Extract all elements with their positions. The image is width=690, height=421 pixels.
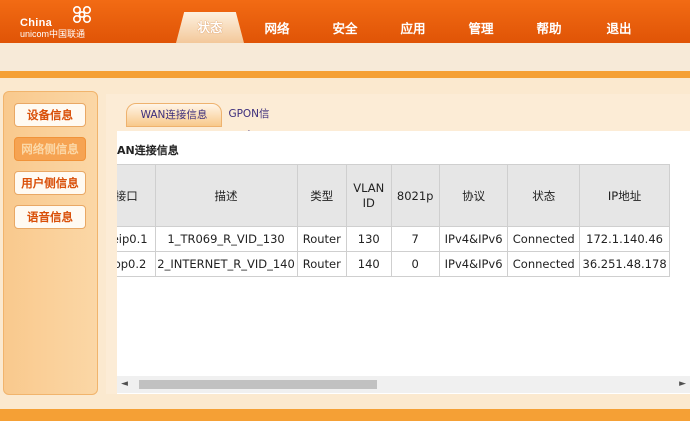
horizontal-scrollbar[interactable]: ◄ ► [117, 376, 690, 393]
cell-status: Connected [507, 226, 581, 252]
cell-ip-address: 172.1.140.46 [579, 226, 670, 252]
wan-connection-table: 接口 描述 类型 VLAN ID 8021p 协议 状态 IP地址 veip0.… [117, 164, 670, 277]
col-type: 类型 [296, 164, 347, 227]
cell-ip-address: 36.251.48.178 [579, 251, 670, 277]
nav-logout[interactable]: 退出 [585, 14, 653, 43]
brand-line1: China [20, 17, 53, 29]
cell-description: 2_INTERNET_R_VID_140 [154, 251, 298, 277]
sidebar-item-network-info[interactable]: 网络侧信息 [14, 137, 86, 161]
scroll-right-icon[interactable]: ► [679, 379, 686, 389]
table-row: veip0.1 1_TR069_R_VID_130 Router 130 7 I… [117, 226, 670, 252]
section-title: AN连接信息 [117, 144, 179, 157]
cell-vlan-id: 130 [345, 226, 392, 252]
cell-type: Router [296, 226, 347, 252]
scroll-thumb[interactable] [139, 380, 377, 389]
nav-security[interactable]: 安全 [311, 14, 379, 43]
col-description: 描述 [154, 164, 298, 227]
main-panel: WAN连接信息 GPON信息 AN连接信息 接口 描述 类型 VLAN ID 8… [106, 94, 690, 394]
nav-network[interactable]: 网络 [243, 14, 311, 43]
cell-description: 1_TR069_R_VID_130 [154, 226, 298, 252]
content-area: AN连接信息 接口 描述 类型 VLAN ID 8021p 协议 状态 IP地址… [117, 131, 690, 394]
top-navigation-bar: China unicom中国联通 状态 网络 安全 应用 管理 帮助 退出 [0, 0, 690, 43]
scroll-left-icon[interactable]: ◄ [121, 379, 128, 389]
cell-interface: ppp0.2 [117, 251, 156, 277]
cell-type: Router [296, 251, 347, 277]
col-ip-address: IP地址 [579, 164, 670, 227]
cell-8021p: 0 [390, 251, 440, 277]
cell-protocol: IPv4&IPv6 [438, 251, 509, 277]
header-accent-band [0, 71, 690, 78]
tab-gpon[interactable]: GPON信息 [224, 103, 274, 142]
sidebar-item-device-info[interactable]: 设备信息 [14, 103, 86, 127]
sidebar-item-user-info[interactable]: 用户侧信息 [14, 171, 86, 195]
nav-management[interactable]: 管理 [447, 14, 515, 43]
col-8021p: 8021p [390, 164, 440, 227]
col-vlan-id: VLAN ID [345, 164, 392, 227]
cell-status: Connected [507, 251, 581, 277]
col-protocol: 协议 [438, 164, 509, 227]
sidebar-item-voice-info[interactable]: 语音信息 [14, 205, 86, 229]
sidebar: 设备信息 网络侧信息 用户侧信息 语音信息 [3, 91, 98, 395]
footer-band [0, 409, 690, 421]
col-status: 状态 [507, 164, 581, 227]
nav-help[interactable]: 帮助 [515, 14, 583, 43]
header-band [0, 43, 690, 72]
cell-8021p: 7 [390, 226, 440, 252]
table-header-row: 接口 描述 类型 VLAN ID 8021p 协议 状态 IP地址 [117, 164, 670, 227]
tab-wan-connection[interactable]: WAN连接信息 [126, 103, 222, 127]
nav-application[interactable]: 应用 [379, 14, 447, 43]
cell-interface: veip0.1 [117, 226, 156, 252]
cell-protocol: IPv4&IPv6 [438, 226, 509, 252]
table-row: ppp0.2 2_INTERNET_R_VID_140 Router 140 0… [117, 251, 670, 277]
nav-status[interactable]: 状态 [176, 12, 244, 43]
col-interface: 接口 [117, 164, 156, 227]
brand-text: China unicom中国联通 [20, 18, 85, 39]
brand-line2: unicom中国联通 [20, 29, 86, 39]
cell-vlan-id: 140 [345, 251, 392, 277]
